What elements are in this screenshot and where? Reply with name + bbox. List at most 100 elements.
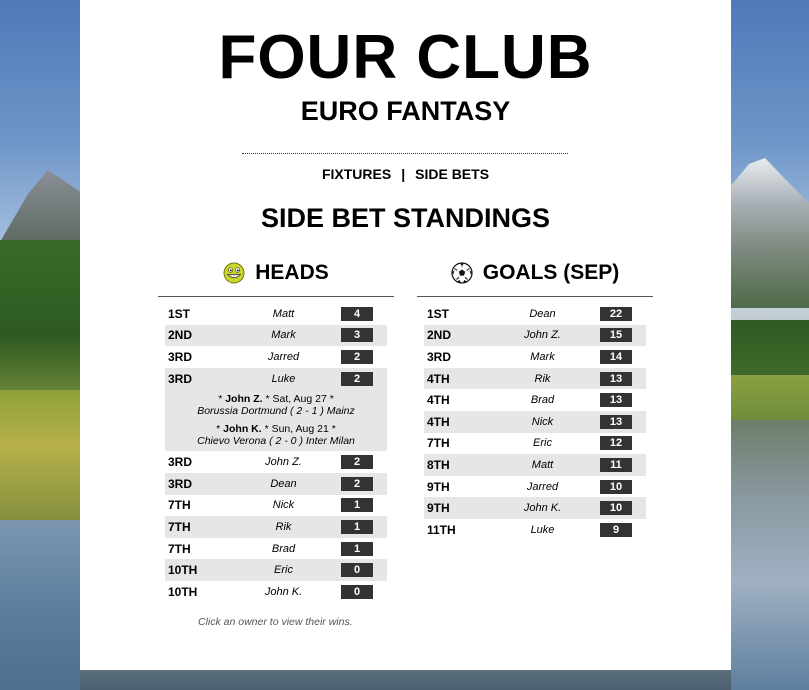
count-badge: 22 (600, 306, 632, 321)
owner-link[interactable]: Dean (485, 308, 600, 320)
count-badge: 0 (341, 563, 373, 578)
goals-standings: GOALS (SEP) 1ST Dean 22 2ND John Z. 15 3… (417, 256, 653, 541)
tiebreak-match: Borussia Dortmund ( 2 - 1 ) Mainz (197, 405, 355, 418)
site-title: FOUR CLUB (218, 23, 593, 92)
heads-header: HEADS (158, 256, 394, 290)
rank: 11TH (427, 522, 456, 537)
rank: 3RD (168, 349, 193, 364)
standings-row: 10TH John K. 0 (165, 581, 387, 603)
standings-row: 3RD Dean 2 (165, 472, 387, 495)
count-badge: 14 (600, 349, 632, 364)
owner-link[interactable]: Brad (226, 543, 341, 555)
standings-row: 1ST Matt 4 (165, 303, 387, 325)
rank: 7TH (168, 519, 191, 534)
main-card: FOUR CLUB EURO FANTASY FIXTURES | SIDE BET… (80, 0, 731, 670)
rank: 2ND (427, 328, 452, 343)
nav-side-bets-link[interactable]: SIDE BETS (415, 166, 489, 182)
owner-link[interactable]: Brad (485, 394, 600, 406)
nav-fixtures-link[interactable]: FIXTURES (322, 166, 391, 182)
count-badge: 1 (341, 519, 373, 534)
standings-row: 4TH Rik 13 (424, 367, 646, 390)
owner-link[interactable]: Eric (226, 564, 341, 576)
heads-standings: HEADS 1ST Matt 4 2ND Mark 3 3RD Jarred 2… (158, 256, 394, 603)
heads-title: HEADS (255, 261, 329, 284)
rank: 3RD (168, 455, 193, 470)
site-subtitle: EURO FANTASY (300, 96, 511, 126)
owner-link[interactable]: Nick (485, 416, 600, 428)
soccer-ball-icon (451, 262, 473, 284)
owner-link[interactable]: John K. (485, 502, 600, 514)
standings-row: 3RD Luke 2 (165, 367, 387, 390)
rank: 9TH (427, 479, 450, 494)
owner-hint-text: Click an owner to view their wins. (198, 616, 353, 628)
tiebreak-owner: John K. (223, 423, 262, 436)
rank: 7TH (168, 541, 191, 556)
rank: 4TH (427, 414, 450, 429)
goals-title: GOALS (SEP) (482, 261, 620, 284)
tiebreak-date: Sun, Aug 21 (271, 423, 329, 436)
rank: 10TH (168, 563, 198, 578)
grinning-face-icon (223, 262, 245, 284)
owner-link[interactable]: Rik (485, 373, 600, 385)
standings-row: 7TH Eric 12 (424, 433, 646, 455)
owner-link[interactable]: Dean (226, 478, 341, 490)
owner-link[interactable]: John Z. (226, 456, 341, 468)
header-divider (242, 153, 568, 154)
standings-row: 2ND John Z. 15 (424, 324, 646, 347)
owner-link[interactable]: Nick (226, 499, 341, 511)
owner-link[interactable]: Matt (226, 308, 341, 320)
owner-link[interactable]: Mark (226, 329, 341, 341)
standings-row: 8TH Matt 11 (424, 454, 646, 476)
standings-row: 9TH John K. 10 (424, 497, 646, 519)
owner-link[interactable]: Mark (485, 351, 600, 363)
owner-link[interactable]: Rik (226, 521, 341, 533)
count-badge: 10 (600, 501, 632, 516)
rank: 1ST (427, 306, 450, 321)
tiebreak-details: * John Z. * Sat, Aug 27 * Borussia Dortm… (165, 389, 387, 452)
count-badge: 12 (600, 436, 632, 451)
count-badge: 0 (341, 584, 373, 599)
standings-row: 10TH Eric 0 (165, 559, 387, 581)
count-badge: 13 (600, 371, 632, 386)
owner-link[interactable]: Jarred (226, 351, 341, 363)
count-badge: 10 (600, 479, 632, 494)
owner-link[interactable]: John Z. (485, 329, 600, 341)
owner-link[interactable]: John K. (226, 586, 341, 598)
count-badge: 1 (341, 498, 373, 513)
heads-rule (158, 296, 394, 297)
nav-separator: | (401, 166, 406, 182)
rank: 9TH (427, 501, 450, 516)
standings-row: 2ND Mark 3 (165, 324, 387, 347)
goals-rule (417, 296, 653, 297)
owner-link[interactable]: Luke (485, 524, 600, 536)
rank: 3RD (168, 476, 193, 491)
rank: 3RD (168, 371, 193, 386)
owner-link[interactable]: Matt (485, 459, 600, 471)
standings-row: 3RD Jarred 2 (165, 346, 387, 368)
tiebreak-owner: John Z. (225, 393, 263, 406)
standings-row: 4TH Brad 13 (424, 389, 646, 411)
standings-row: 7TH Brad 1 (165, 538, 387, 560)
tiebreak-date: Sat, Aug 27 (272, 393, 327, 406)
count-badge: 15 (600, 328, 632, 343)
owner-link[interactable]: Luke (226, 373, 341, 385)
count-badge: 9 (600, 522, 632, 537)
rank: 4TH (427, 371, 450, 386)
page-title: SIDE BET STANDINGS (260, 203, 551, 233)
rank: 2ND (168, 328, 193, 343)
count-badge: 13 (600, 414, 632, 429)
standings-row: 3RD Mark 14 (424, 346, 646, 368)
count-badge: 4 (341, 306, 373, 321)
rank: 7TH (168, 498, 191, 513)
count-badge: 3 (341, 328, 373, 343)
tiebreak-entry: * John Z. * Sat, Aug 27 * Borussia Dortm… (197, 393, 355, 418)
count-badge: 2 (341, 371, 373, 386)
owner-link[interactable]: Jarred (485, 481, 600, 493)
owner-link[interactable]: Eric (485, 437, 600, 449)
standings-row: 7TH Nick 1 (165, 495, 387, 517)
standings-row: 4TH Nick 13 (424, 410, 646, 433)
rank: 8TH (427, 457, 450, 472)
count-badge: 2 (341, 349, 373, 364)
standings-row: 11TH Luke 9 (424, 519, 646, 541)
standings-row: 7TH Rik 1 (165, 516, 387, 538)
